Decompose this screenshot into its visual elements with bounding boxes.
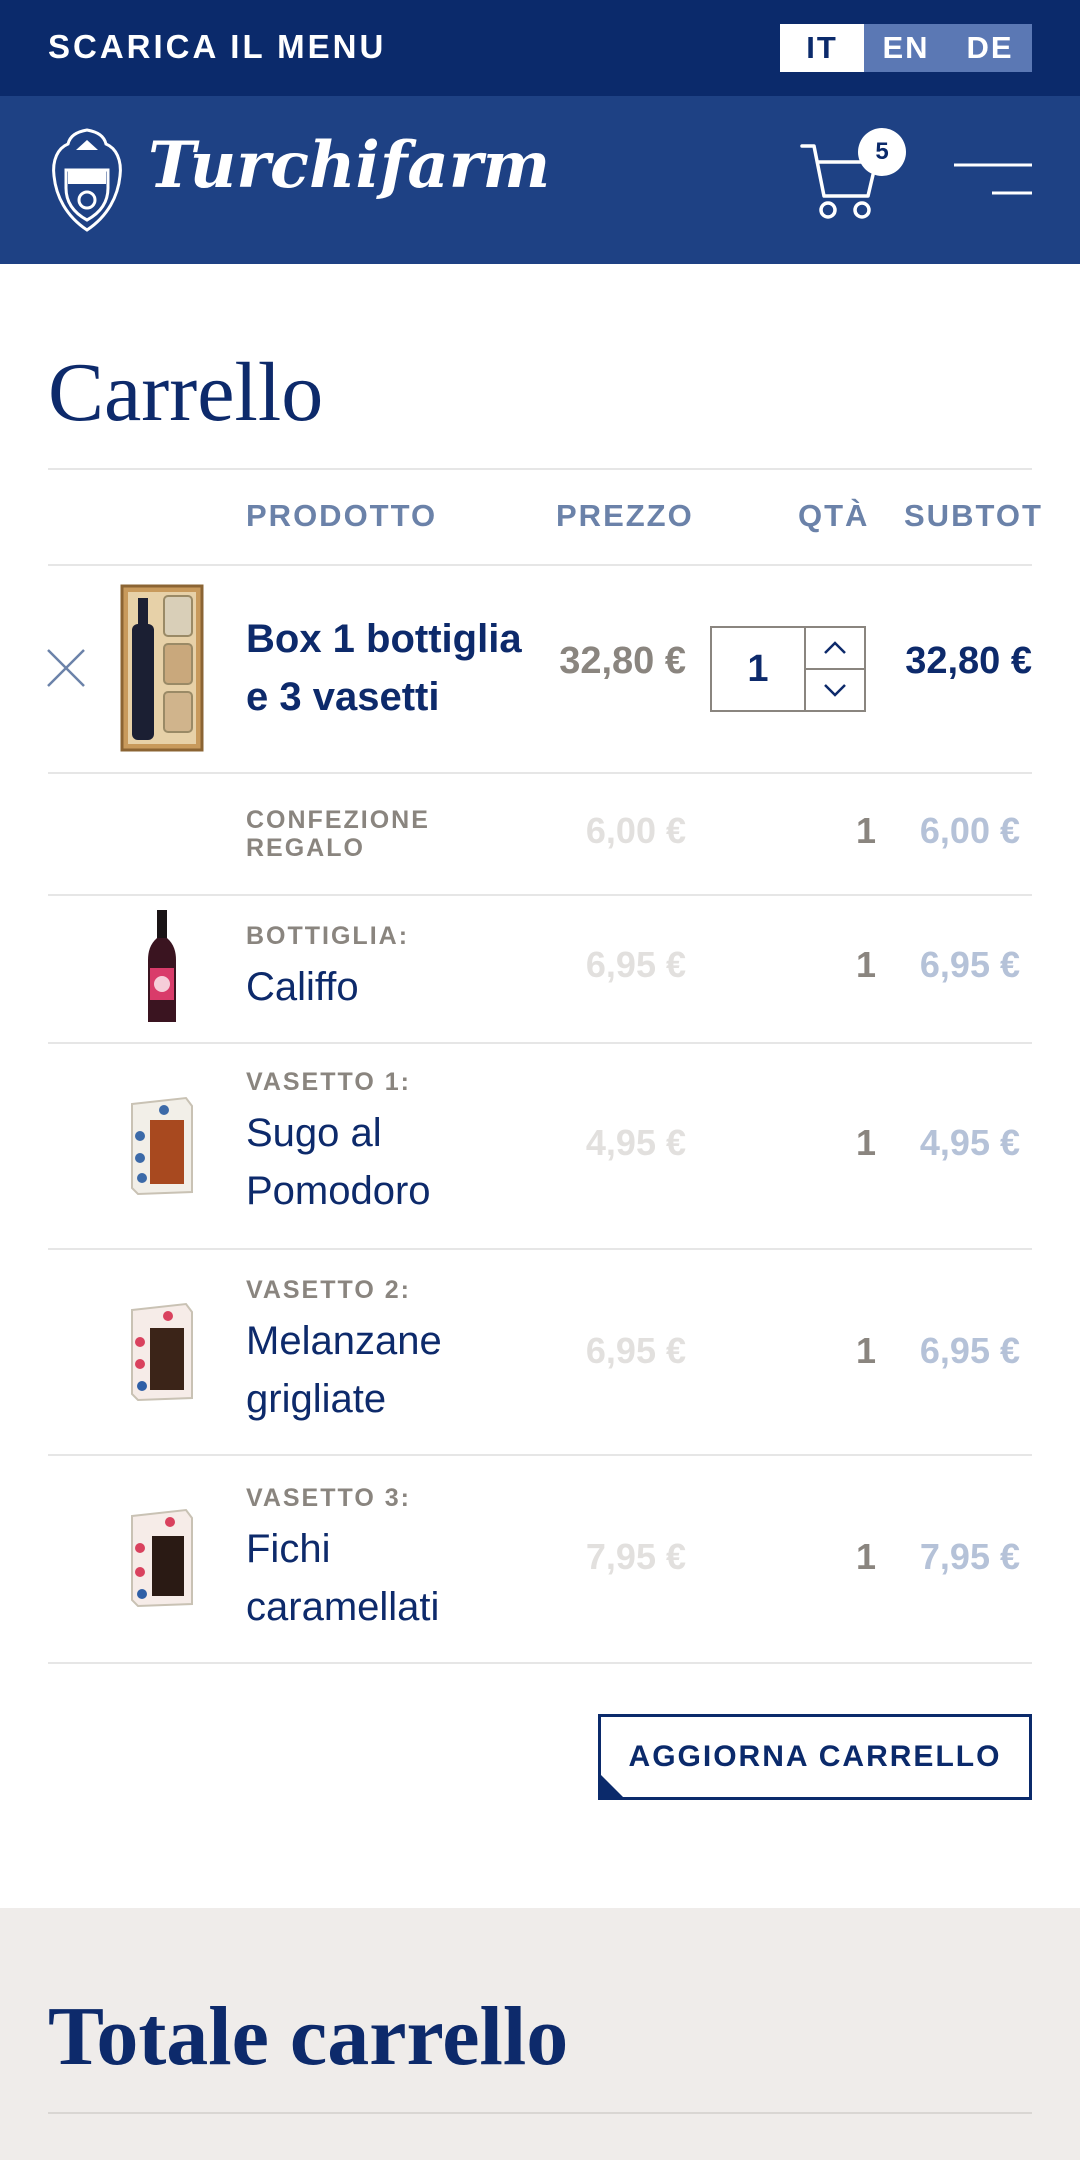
component-price: 6,00 € bbox=[585, 810, 686, 851]
component-qty: 1 bbox=[855, 1330, 876, 1371]
divider bbox=[48, 564, 1032, 566]
component-label: CONFEZIONE REGALO bbox=[246, 806, 430, 862]
component-subtotal: 6,95 € bbox=[919, 1330, 1020, 1371]
crest-logo-icon[interactable] bbox=[46, 126, 128, 236]
quantity-increase-button[interactable] bbox=[804, 628, 864, 669]
update-cart-label: AGGIORNA CARRELLO bbox=[628, 1740, 1002, 1773]
component-name[interactable]: Melanzane grigliate bbox=[246, 1312, 442, 1428]
component-label: VASETTO 1: bbox=[246, 1068, 411, 1096]
component-qty: 1 bbox=[855, 944, 876, 985]
item-subtotal: 32,80 € bbox=[905, 640, 1032, 682]
component-name[interactable]: Sugo al Pomodoro bbox=[246, 1104, 431, 1220]
product-name-line2: e 3 vasetti bbox=[246, 675, 440, 719]
item-price: 32,80 € bbox=[559, 640, 686, 682]
component-name[interactable]: Califfo bbox=[246, 958, 359, 1016]
divider bbox=[48, 1454, 1032, 1456]
component-label: BOTTIGLIA: bbox=[246, 922, 410, 950]
divider bbox=[48, 2112, 1032, 2114]
divider bbox=[48, 468, 1032, 470]
component-label: VASETTO 2: bbox=[246, 1276, 411, 1304]
cart-count-badge: 5 bbox=[858, 128, 906, 176]
box-product-image[interactable] bbox=[120, 584, 204, 752]
col-subtotal: SUBTOT bbox=[904, 498, 1043, 533]
hamburger-menu-icon[interactable] bbox=[954, 162, 1032, 196]
component-name[interactable]: Fichi caramellati bbox=[246, 1520, 439, 1636]
jar-image bbox=[131, 1096, 193, 1196]
bottle-image bbox=[148, 910, 176, 1022]
component-price: 6,95 € bbox=[585, 944, 686, 985]
jar-image bbox=[131, 1302, 193, 1402]
product-name[interactable]: Box 1 bottiglia e 3 vasetti bbox=[246, 610, 522, 726]
component-subtotal: 6,95 € bbox=[919, 944, 1020, 985]
divider bbox=[48, 1662, 1032, 1664]
component-price: 6,95 € bbox=[585, 1330, 686, 1371]
component-qty: 1 bbox=[855, 1122, 876, 1163]
remove-item-icon[interactable] bbox=[46, 648, 86, 688]
component-subtotal: 7,95 € bbox=[919, 1536, 1020, 1577]
divider bbox=[48, 772, 1032, 774]
chevron-down-icon bbox=[824, 684, 846, 697]
component-qty: 1 bbox=[855, 1536, 876, 1577]
col-product: PRODOTTO bbox=[246, 498, 438, 533]
button-corner-decoration bbox=[598, 1772, 626, 1800]
divider bbox=[48, 1248, 1032, 1250]
jar-image bbox=[131, 1508, 193, 1608]
lang-it[interactable]: IT bbox=[780, 24, 864, 72]
col-price: PREZZO bbox=[556, 498, 694, 533]
product-name-line1: Box 1 bottiglia bbox=[246, 617, 522, 661]
quantity-stepper: 1 bbox=[710, 626, 866, 712]
component-subtotal: 6,00 € bbox=[919, 810, 1020, 851]
chevron-up-icon bbox=[824, 641, 846, 654]
download-menu-link[interactable]: SCARICA IL MENU bbox=[48, 28, 386, 66]
component-price: 4,95 € bbox=[585, 1122, 686, 1163]
component-price: 7,95 € bbox=[585, 1536, 686, 1577]
top-bar: SCARICA IL MENU IT EN DE bbox=[0, 0, 1080, 96]
divider bbox=[48, 894, 1032, 896]
lang-en[interactable]: EN bbox=[864, 24, 948, 72]
component-qty: 1 bbox=[855, 810, 876, 851]
quantity-input[interactable]: 1 bbox=[712, 628, 804, 710]
quantity-decrease-button[interactable] bbox=[804, 669, 864, 710]
component-label: VASETTO 3: bbox=[246, 1484, 411, 1512]
update-cart-button[interactable]: AGGIORNA CARRELLO bbox=[598, 1714, 1032, 1800]
lang-de[interactable]: DE bbox=[948, 24, 1032, 72]
language-switcher: IT EN DE bbox=[780, 24, 1032, 72]
brand-logo[interactable]: Turchifarm bbox=[148, 128, 550, 203]
divider bbox=[48, 1042, 1032, 1044]
component-subtotal: 4,95 € bbox=[919, 1122, 1020, 1163]
totals-title: Totale carrello bbox=[48, 1990, 569, 2083]
col-qty: QTÀ bbox=[798, 498, 870, 533]
page-title: Carrello bbox=[48, 346, 324, 439]
